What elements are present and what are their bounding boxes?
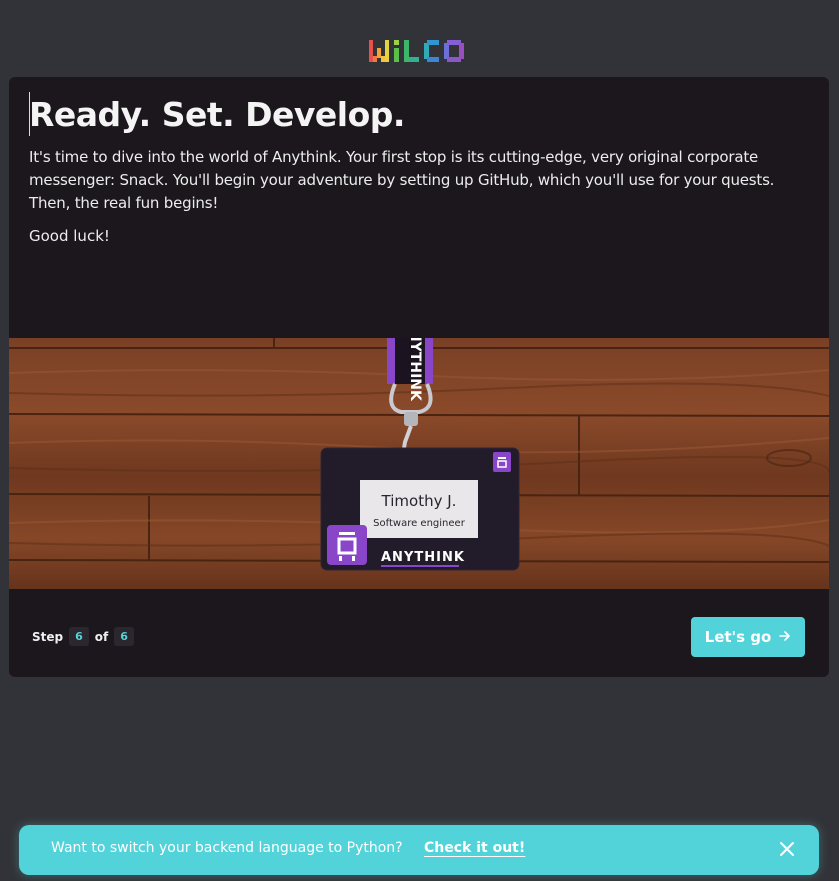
step-total: 6: [114, 627, 134, 646]
lets-go-button[interactable]: Let's go: [691, 617, 805, 657]
badge-company: ANYTHINK: [381, 550, 465, 565]
python-switch-banner: Want to switch your backend language to …: [19, 825, 819, 875]
wood-table-image: ANYTHINK Timothy J. Software engineer AN…: [9, 319, 829, 589]
arrow-right-icon: [779, 628, 791, 646]
step-indicator: Step 6 of 6: [32, 627, 134, 646]
banner-message: Want to switch your backend language to …: [51, 840, 403, 856]
intro-closing: Good luck!: [29, 227, 110, 245]
check-it-out-link[interactable]: Check it out!: [424, 840, 525, 856]
lets-go-label: Let's go: [704, 628, 772, 646]
step-label: Step: [32, 629, 64, 644]
intro-card: Ready. Set. Develop. It's time to dive i…: [9, 77, 829, 677]
wilco-logo-pixels: [369, 40, 464, 62]
badge-role: Software engineer: [373, 518, 466, 529]
step-current: 6: [69, 627, 89, 646]
page-title: Ready. Set. Develop.: [29, 95, 405, 134]
lanyard-text: ANYTHINK: [407, 338, 423, 402]
intro-description: It's time to dive into the world of Anyt…: [29, 148, 775, 212]
wilco-logo: [369, 38, 469, 66]
step-of-label: of: [94, 629, 109, 644]
badge-name: Timothy J.: [381, 492, 457, 510]
close-icon[interactable]: [779, 840, 795, 858]
badge-illustration: ANYTHINK Timothy J. Software engineer AN…: [9, 319, 829, 589]
